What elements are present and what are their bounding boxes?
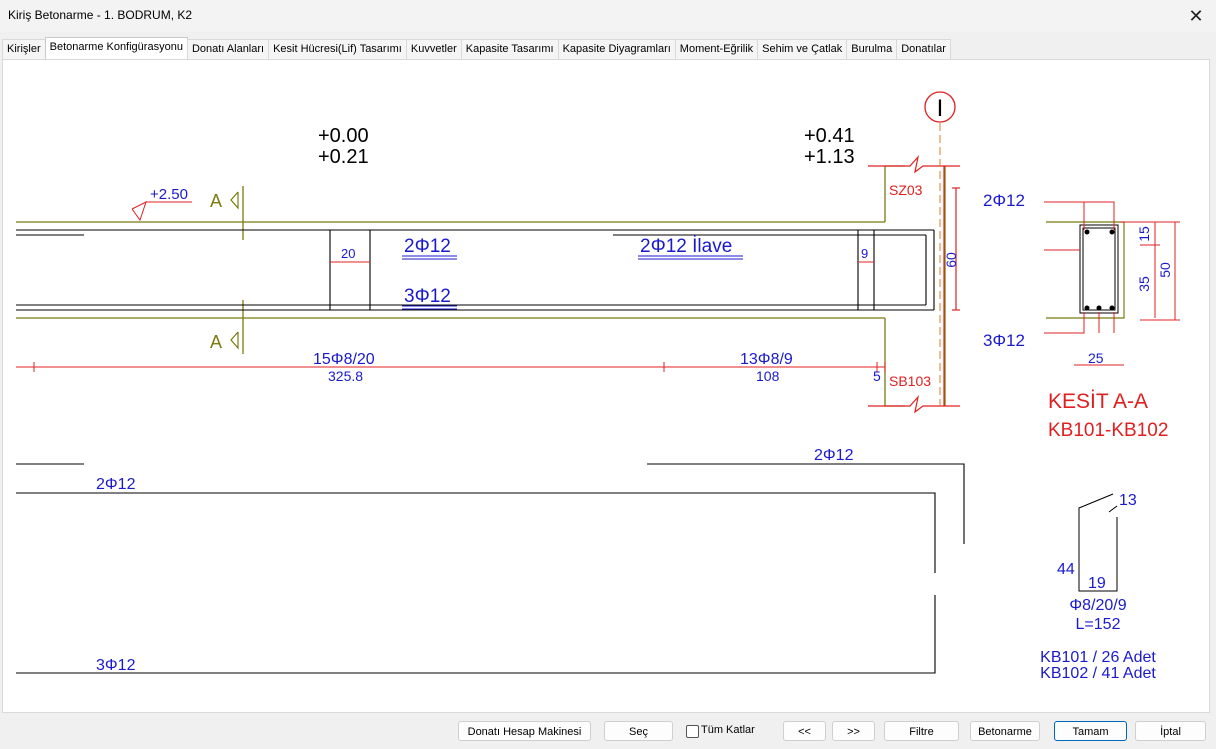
section-stirrup	[1079, 224, 1119, 314]
dim-left-bay: 20	[341, 246, 355, 261]
section-dim-50: 50	[1157, 262, 1173, 278]
column-top-label: SZ03	[889, 182, 923, 198]
tab-kuvvetler[interactable]: Kuvvetler	[405, 39, 462, 60]
section-dim-35: 35	[1136, 276, 1152, 292]
stirrup-2-label: 13Φ8/9	[740, 351, 793, 368]
top-bar-label: 2Φ12	[404, 236, 451, 257]
section-dimension-lines	[1044, 201, 1180, 366]
section-mark-bottom: A	[210, 332, 222, 352]
detail-bottom-bar: 3Φ12	[96, 657, 136, 674]
section-dim-15: 15	[1136, 226, 1152, 242]
axis-label: I	[937, 95, 944, 122]
stirrup-count-2: KB102 / 41 Adet	[1040, 665, 1156, 682]
prev-button[interactable]: <<	[783, 721, 826, 741]
close-icon[interactable]: ✕	[1184, 4, 1208, 28]
tab-bar: Kirişler Betonarme Konfigürasyonu Donatı…	[2, 37, 951, 60]
cancel-button[interactable]: İptal	[1135, 721, 1206, 741]
beam-drawing: A A I +0.00 +0.21 +0.41 +1.13 +2.50 SZ03…	[16, 91, 1180, 682]
detail-top-right-bar: 2Φ12	[814, 447, 854, 464]
stirrup-height: 44	[1057, 561, 1075, 578]
bottom-bar-label: 3Φ12	[404, 286, 451, 307]
section-mark-top: A	[210, 191, 222, 211]
stirrup-count-1: KB101 / 26 Adet	[1040, 649, 1156, 666]
elev-right-1: +0.41	[804, 125, 855, 147]
tab-donati-alanlari[interactable]: Donatı Alanları	[186, 39, 270, 60]
tab-burulma[interactable]: Burulma	[846, 39, 898, 60]
stirrup-1-label: 15Φ8/20	[313, 351, 375, 368]
tab-kapasite-diyagramlari[interactable]: Kapasite Diyagramları	[557, 39, 676, 60]
select-button[interactable]: Seç	[604, 721, 673, 741]
drawing-canvas[interactable]: A A I +0.00 +0.21 +0.41 +1.13 +2.50 SZ03…	[16, 71, 1194, 697]
detail-top-left-bar: 2Φ12	[96, 476, 136, 493]
stirrup-2-length: 108	[756, 368, 780, 384]
tab-kirisler[interactable]: Kirişler	[2, 39, 46, 60]
rebar-lines	[16, 229, 935, 311]
stirrup-1-length: 325.8	[328, 368, 363, 384]
stirrup-hook: 13	[1119, 492, 1137, 509]
window-title: Kiriş Betonarme - 1. BODRUM, K2	[8, 8, 193, 22]
tab-sehim-catlak[interactable]: Sehim ve Çatlak	[757, 39, 848, 60]
title-bar: Kiriş Betonarme - 1. BODRUM, K2 ✕	[0, 0, 1216, 32]
concrete-button[interactable]: Betonarme	[970, 721, 1040, 741]
filter-button[interactable]: Filtre	[884, 721, 959, 741]
elev-left-2: +0.21	[318, 146, 369, 168]
elev-right-2: +1.13	[804, 146, 855, 168]
section-subtitle: KB101-KB102	[1048, 420, 1168, 441]
next-button[interactable]: >>	[832, 721, 875, 741]
all-floors-checkbox[interactable]	[686, 725, 699, 738]
tab-moment-egrilik[interactable]: Moment-Eğrilik	[674, 39, 759, 60]
section-outline	[1046, 221, 1125, 319]
top-extra-bar-label: 2Φ12 İlave	[640, 236, 732, 257]
dim-right-bay: 9	[861, 246, 868, 261]
level-mark: +2.50	[150, 186, 188, 203]
top-bar-underline	[402, 255, 457, 260]
ok-button[interactable]: Tamam	[1054, 721, 1127, 741]
dim-end: 5	[873, 368, 881, 384]
section-dim-25: 25	[1088, 350, 1104, 366]
bottom-bar-underline	[402, 305, 457, 310]
section-arrow-icon	[230, 191, 239, 350]
tab-donatilar[interactable]: Donatılar	[896, 39, 951, 60]
section-title: KESİT A-A	[1048, 390, 1148, 413]
top-extra-bar-underline	[638, 255, 743, 260]
tab-kesit-hucresi[interactable]: Kesit Hücresi(Lif) Tasarımı	[268, 39, 407, 60]
tab-betonarme-konfigurasyonu[interactable]: Betonarme Konfigürasyonu	[44, 37, 188, 60]
section-top-bar: 2Φ12	[983, 191, 1025, 210]
all-floors-label: Tüm Katlar	[701, 724, 755, 736]
section-bars	[1084, 229, 1115, 311]
stirrup-length: L=152	[1076, 616, 1121, 633]
stirrup-width: 19	[1088, 575, 1106, 592]
level-marker-icon	[131, 201, 192, 222]
bar-detail-lines	[16, 463, 965, 674]
tab-kapasite-tasarimi[interactable]: Kapasite Tasarımı	[460, 39, 559, 60]
column-bottom-label: SB103	[889, 373, 931, 389]
section-bottom-bar: 3Φ12	[983, 331, 1025, 350]
dim-height: 60	[943, 252, 959, 268]
elev-left-1: +0.00	[318, 125, 369, 147]
rebar-calculator-button[interactable]: Donatı Hesap Makinesi	[458, 721, 591, 741]
stirrup-spec: Φ8/20/9	[1069, 597, 1126, 614]
